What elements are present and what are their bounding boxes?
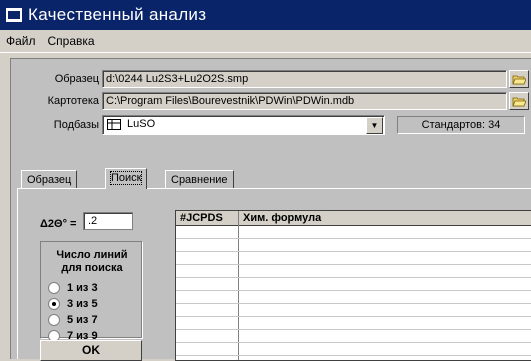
menu-bar: Файл Справка (0, 30, 531, 53)
grid-header: #JCPDS Хим. формула (176, 211, 531, 226)
column-jcpds[interactable]: #JCPDS (176, 211, 238, 225)
sample-browse-button[interactable] (509, 70, 529, 88)
subbase-dropdown[interactable]: LuSO ▼ (102, 115, 385, 135)
group-title: Число линий для поиска (56, 249, 128, 274)
delta-2theta-label: Δ2Θ° = (40, 218, 77, 230)
grid-row-line (176, 277, 531, 278)
tab-search[interactable]: Поиск (105, 168, 148, 189)
radio-indicator (48, 282, 60, 294)
folder-open-icon (512, 75, 526, 84)
sample-label: Образец (54, 73, 99, 85)
menu-help[interactable]: Справка (42, 34, 101, 48)
radio-indicator (48, 314, 60, 326)
tab-sample[interactable]: Образец (21, 170, 78, 189)
delta-2theta-input[interactable]: .2 (83, 212, 133, 230)
radio-5-of-7[interactable]: 5 из 7 (48, 314, 98, 326)
grid-row-line (176, 251, 531, 252)
grid-row-line (176, 238, 531, 239)
results-grid[interactable]: #JCPDS Хим. формула (175, 210, 531, 361)
chevron-down-icon[interactable]: ▼ (366, 117, 383, 134)
grid-row-line (176, 329, 531, 330)
title-bar: Качественный анализ (0, 0, 531, 30)
database-icon (107, 119, 121, 130)
subbase-value: LuSO (127, 118, 156, 130)
cardfile-label: Картотека (47, 95, 99, 107)
grid-row-line (176, 316, 531, 317)
grid-row-line (176, 290, 531, 291)
column-formula[interactable]: Хим. формула (239, 211, 523, 225)
app-window-icon (6, 8, 22, 22)
grid-row-line (176, 303, 531, 304)
grid-column-divider (238, 211, 239, 360)
grid-row-line (176, 264, 531, 265)
tab-compare[interactable]: Сравнение (165, 170, 234, 189)
radio-indicator-checked (48, 298, 60, 310)
menu-file[interactable]: Файл (0, 34, 42, 48)
grid-row-line (176, 342, 531, 343)
subbase-label: Подбазы (53, 119, 99, 131)
radio-3-of-5[interactable]: 3 из 5 (48, 298, 98, 310)
line-count-group: Число линий для поиска 1 из 3 3 из 5 5 и… (40, 241, 142, 342)
grid-row-line (176, 355, 531, 356)
search-tab-page: Δ2Θ° = .2 Число линий для поиска 1 из 3 … (17, 188, 531, 361)
standards-count: Стандартов: 34 (397, 116, 525, 134)
cardfile-path-field[interactable]: C:\Program Files\Bourevestnik\PDWin\PDWi… (102, 92, 507, 110)
folder-open-icon (512, 97, 526, 106)
window-title: Качественный анализ (28, 5, 207, 24)
sample-path-field[interactable]: d:\0244 Lu2S3+Lu2O2S.smp (102, 70, 507, 88)
cardfile-browse-button[interactable] (509, 92, 529, 110)
radio-1-of-3[interactable]: 1 из 3 (48, 282, 98, 294)
